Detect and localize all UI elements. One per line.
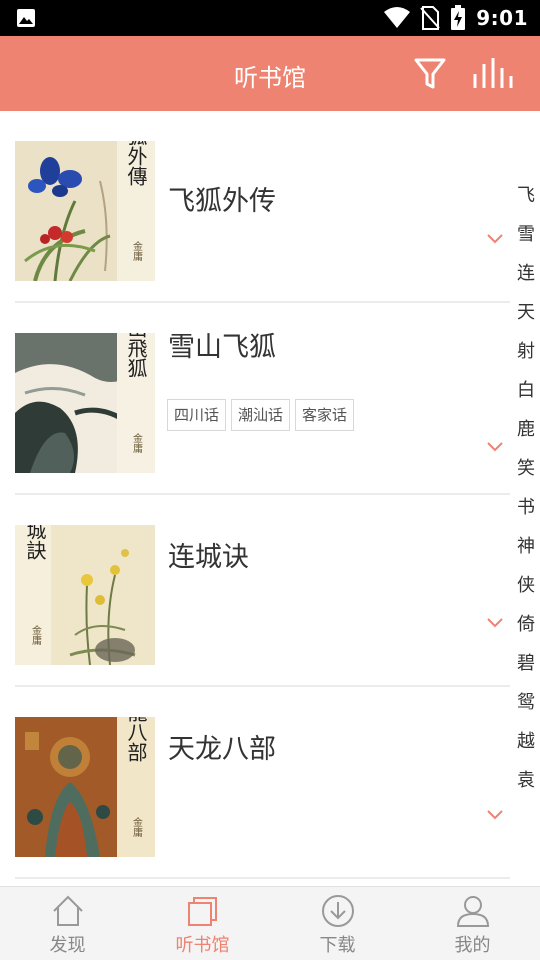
index-letter[interactable]: 射 bbox=[512, 332, 540, 371]
wifi-icon bbox=[384, 7, 411, 28]
status-time: 9:01 bbox=[476, 6, 528, 30]
image-notification-icon bbox=[17, 9, 35, 27]
page-title: 听书馆 bbox=[234, 64, 306, 92]
nav-label: 发现 bbox=[49, 935, 86, 956]
index-letter[interactable]: 鹿 bbox=[512, 410, 540, 449]
equalizer-icon[interactable] bbox=[470, 54, 516, 94]
cover-signature: 金庸 bbox=[131, 240, 143, 262]
index-letter[interactable]: 鸳 bbox=[512, 683, 540, 722]
book-row[interactable]: 雪山飛狐 金庸 雪山飞狐 四川话 潮汕话 客家话 bbox=[15, 303, 510, 495]
book-cover[interactable]: 連城訣 金庸 bbox=[15, 525, 155, 665]
battery-charging-icon bbox=[451, 5, 466, 30]
dialect-tag[interactable]: 四川话 bbox=[167, 399, 227, 431]
cover-illustration-chrysanthemum: 連城訣 金庸 bbox=[15, 525, 155, 665]
library-icon bbox=[187, 897, 217, 926]
dialect-tag[interactable]: 潮汕话 bbox=[231, 399, 291, 431]
book-row[interactable]: 天龍八部 金庸 天龙八部 bbox=[15, 687, 510, 879]
chevron-down-icon[interactable] bbox=[485, 440, 505, 454]
download-icon bbox=[321, 895, 354, 927]
cover-calligraphy: 天龍八部 bbox=[124, 717, 148, 762]
index-sidebar[interactable]: 飞 雪 连 天 射 白 鹿 笑 书 神 侠 倚 碧 鸳 越 袁 bbox=[512, 176, 540, 800]
chevron-down-icon[interactable] bbox=[485, 232, 505, 246]
dialect-tags: 四川话 潮汕话 客家话 bbox=[167, 399, 355, 431]
home-icon bbox=[52, 895, 83, 926]
index-letter[interactable]: 越 bbox=[512, 722, 540, 761]
no-sim-icon bbox=[420, 6, 440, 30]
nav-discover[interactable]: 发现 bbox=[0, 887, 135, 960]
nav-profile[interactable]: 我的 bbox=[405, 887, 540, 960]
index-letter[interactable]: 袁 bbox=[512, 761, 540, 800]
nav-library[interactable]: 听书馆 bbox=[135, 887, 270, 960]
dialect-tag[interactable]: 客家话 bbox=[295, 399, 355, 431]
book-list[interactable]: 飛狐外傳 金庸 飞狐外传 雪山飛狐 金庸 雪山飞狐 四川话 潮汕话 客家话 連城… bbox=[0, 111, 540, 886]
cover-calligraphy: 連城訣 bbox=[23, 525, 47, 560]
book-title[interactable]: 雪山飞狐 bbox=[168, 325, 276, 364]
app-header: 听书馆 bbox=[0, 36, 540, 111]
cover-signature: 金庸 bbox=[131, 816, 143, 838]
cover-illustration-buddha: 天龍八部 金庸 bbox=[15, 717, 155, 857]
bottom-navigation: 发现 听书馆 下载 我的 bbox=[0, 886, 540, 960]
book-cover[interactable]: 天龍八部 金庸 bbox=[15, 717, 155, 857]
status-bar: 9:01 bbox=[0, 0, 540, 36]
index-letter[interactable]: 连 bbox=[512, 254, 540, 293]
index-letter[interactable]: 倚 bbox=[512, 605, 540, 644]
cover-signature: 金庸 bbox=[30, 624, 42, 646]
cover-calligraphy: 雪山飛狐 bbox=[124, 333, 148, 378]
index-letter[interactable]: 神 bbox=[512, 527, 540, 566]
cover-illustration-snow-mountain: 雪山飛狐 金庸 bbox=[15, 333, 155, 473]
filter-icon[interactable] bbox=[410, 54, 450, 94]
book-title[interactable]: 天龙八部 bbox=[168, 727, 276, 766]
index-letter[interactable]: 雪 bbox=[512, 215, 540, 254]
book-row[interactable]: 飛狐外傳 金庸 飞狐外传 bbox=[15, 111, 510, 303]
index-letter[interactable]: 书 bbox=[512, 488, 540, 527]
book-title[interactable]: 连城诀 bbox=[168, 535, 249, 574]
cover-illustration-iris: 飛狐外傳 金庸 bbox=[15, 141, 155, 281]
nav-label: 听书馆 bbox=[175, 935, 230, 956]
book-cover[interactable]: 雪山飛狐 金庸 bbox=[15, 333, 155, 473]
nav-label: 我的 bbox=[454, 935, 491, 956]
book-row[interactable]: 連城訣 金庸 连城诀 bbox=[15, 495, 510, 687]
profile-icon bbox=[456, 896, 489, 927]
chevron-down-icon[interactable] bbox=[485, 808, 505, 822]
cover-calligraphy: 飛狐外傳 bbox=[124, 141, 148, 186]
book-cover[interactable]: 飛狐外傳 金庸 bbox=[15, 141, 155, 281]
nav-download[interactable]: 下载 bbox=[270, 887, 405, 960]
index-letter[interactable]: 天 bbox=[512, 293, 540, 332]
book-title[interactable]: 飞狐外传 bbox=[168, 179, 276, 218]
index-letter[interactable]: 侠 bbox=[512, 566, 540, 605]
index-letter[interactable]: 碧 bbox=[512, 644, 540, 683]
index-letter[interactable]: 笑 bbox=[512, 449, 540, 488]
nav-label: 下载 bbox=[319, 935, 356, 956]
chevron-down-icon[interactable] bbox=[485, 616, 505, 630]
index-letter[interactable]: 白 bbox=[512, 371, 540, 410]
cover-signature: 金庸 bbox=[131, 432, 143, 454]
index-letter[interactable]: 飞 bbox=[512, 176, 540, 215]
